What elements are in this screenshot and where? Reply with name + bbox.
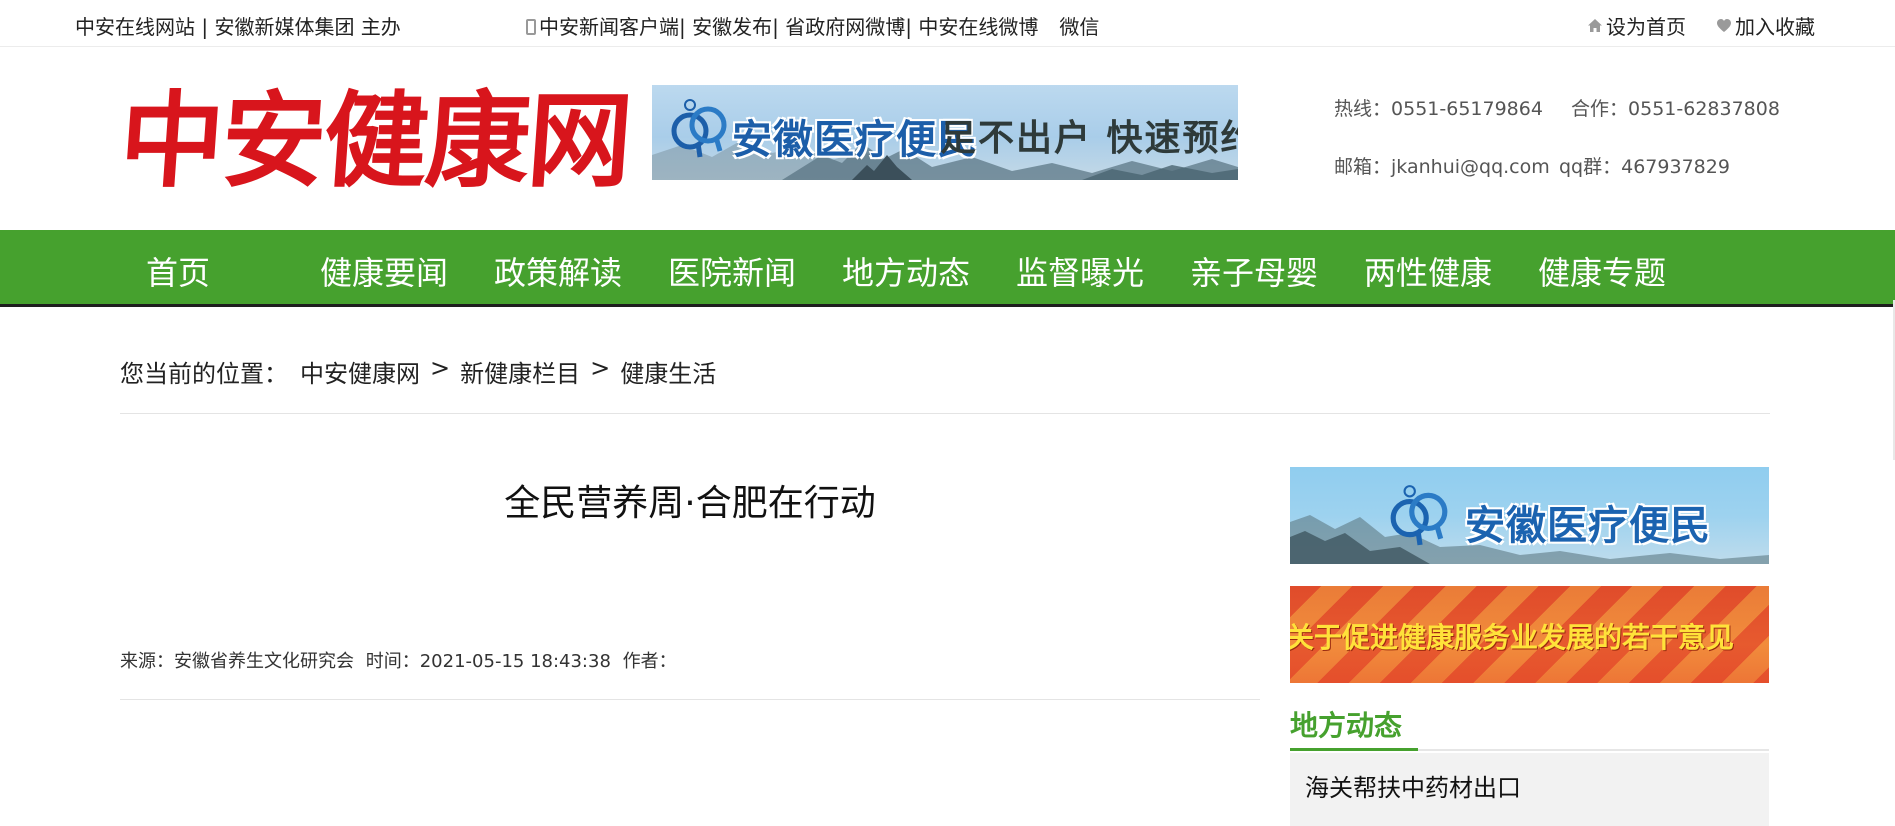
site-logo[interactable]: 中安健康网 bbox=[116, 78, 635, 203]
top-link-zhongan-weibo[interactable]: | 中安在线微博 bbox=[905, 11, 1038, 40]
breadcrumb-separator: > bbox=[430, 354, 451, 382]
list-item[interactable]: 海关帮扶中药材出口 bbox=[1305, 768, 1521, 803]
nav-item-health-topics[interactable]: 健康专题 bbox=[1538, 248, 1666, 294]
host-info: 中安在线网站 | 安徽新媒体集团 主办 bbox=[75, 15, 401, 39]
author-label: 作者： bbox=[622, 651, 677, 672]
breadcrumb-prefix: 您当前的位置： bbox=[120, 360, 288, 388]
nav-item-hospital-news[interactable]: 医院新闻 bbox=[668, 248, 796, 294]
top-link-news-client[interactable]: 中安新闻客户端 bbox=[539, 11, 679, 40]
site-logo-text: 中安健康网 bbox=[115, 79, 635, 202]
article-meta: 来源：安徽省养生文化研究会 时间：2021-05-15 18:43:38 作者： bbox=[120, 647, 677, 673]
qq-group-value: 467937829 bbox=[1621, 156, 1730, 178]
breadcrumb-current[interactable]: 健康生活 bbox=[620, 354, 716, 389]
nav-item-sexual-health[interactable]: 两性健康 bbox=[1364, 248, 1492, 294]
hotline-value: 0551-65179864 bbox=[1391, 98, 1543, 120]
sidebar-banner-medical-title: 安徽医疗便民 bbox=[1465, 503, 1711, 549]
source-value: 安徽省养生文化研究会 bbox=[174, 651, 354, 672]
header-banner-slogan: 足不出户 快速预约 bbox=[940, 117, 1238, 159]
sidebar-banner-policy-title: 关于促进健康服务业发展的若干意见 bbox=[1290, 621, 1735, 654]
add-favorite-button[interactable]: 加入收藏 bbox=[1716, 11, 1815, 40]
section-divider bbox=[1418, 749, 1769, 751]
coop-value: 0551-62837808 bbox=[1628, 98, 1780, 120]
nav-item-parenting[interactable]: 亲子母婴 bbox=[1190, 248, 1318, 294]
nav-item-supervision[interactable]: 监督曝光 bbox=[1016, 248, 1144, 294]
set-home-button[interactable]: 设为首页 bbox=[1587, 11, 1686, 40]
add-favorite-label: 加入收藏 bbox=[1735, 15, 1815, 39]
mobile-phone-icon bbox=[526, 18, 536, 35]
top-bar: 中安在线网站 | 安徽新媒体集团 主办 中安新闻客户端 | 安徽发布 | 省政府… bbox=[0, 0, 1895, 47]
top-actions: 设为首页 加入收藏 bbox=[1587, 11, 1815, 40]
sidebar-section-title[interactable]: 地方动态 bbox=[1290, 704, 1402, 744]
breadcrumb-divider bbox=[120, 413, 1770, 414]
home-icon bbox=[1588, 19, 1602, 32]
contact-info: 热线：0551-65179864 合作：0551-62837808 邮箱：jka… bbox=[1334, 94, 1780, 210]
qq-app-logo-icon bbox=[671, 99, 727, 158]
contact-row-online: 邮箱：jkanhui@qq.com qq群：467937829 bbox=[1334, 152, 1780, 210]
nav-item-home[interactable]: 首页 bbox=[146, 248, 210, 294]
sidebar-section-header: 地方动态 bbox=[1290, 700, 1769, 752]
section-title-underline bbox=[1290, 748, 1418, 751]
contact-row-phone: 热线：0551-65179864 合作：0551-62837808 bbox=[1334, 94, 1780, 152]
breadcrumb-home[interactable]: 中安健康网 bbox=[300, 354, 420, 389]
top-link-anhui-release[interactable]: | 安徽发布 bbox=[679, 11, 772, 40]
breadcrumb-separator: > bbox=[590, 354, 611, 382]
site-header: 中安健康网 安徽医疗便民 足不出户 快速预约 热线：0551-65179864 … bbox=[0, 48, 1895, 230]
nav-item-policy[interactable]: 政策解读 bbox=[494, 248, 622, 294]
sidebar-banner-policy[interactable]: 关于促进健康服务业发展的若干意见 bbox=[1290, 586, 1769, 683]
breadcrumb: 您当前的位置： 中安健康网 > 新健康栏目 > 健康生活 bbox=[120, 354, 716, 389]
time-label: 时间： bbox=[365, 651, 420, 672]
source-label: 来源： bbox=[120, 651, 174, 672]
sidebar-banner-medical[interactable]: 安徽医疗便民 bbox=[1290, 467, 1769, 564]
top-links: 中安新闻客户端 | 安徽发布 | 省政府网微博 | 中安在线微博 微信 bbox=[526, 11, 1099, 40]
article-title: 全民营养周·合肥在行动 bbox=[504, 483, 876, 524]
qq-group-label: qq群： bbox=[1559, 156, 1622, 178]
email-label: 邮箱： bbox=[1334, 156, 1392, 178]
time-value: 2021-05-15 18:43:38 bbox=[419, 651, 611, 672]
hotline-label: 热线： bbox=[1334, 98, 1392, 120]
main-nav: 首页 健康要闻 政策解读 医院新闻 地方动态 监督曝光 亲子母婴 两性健康 健康… bbox=[0, 230, 1895, 307]
set-home-label: 设为首页 bbox=[1606, 15, 1686, 39]
nav-item-health-news[interactable]: 健康要闻 bbox=[320, 248, 448, 294]
top-link-gov-weibo[interactable]: | 省政府网微博 bbox=[772, 11, 905, 40]
top-link-wechat[interactable]: 微信 bbox=[1059, 11, 1099, 40]
header-banner-ad[interactable]: 安徽医疗便民 足不出户 快速预约 bbox=[652, 85, 1238, 180]
email-value: jkanhui@qq.com bbox=[1391, 156, 1550, 178]
article-divider bbox=[120, 699, 1260, 700]
qq-app-logo-icon bbox=[1390, 485, 1448, 546]
coop-label: 合作： bbox=[1571, 98, 1629, 120]
nav-item-local-news[interactable]: 地方动态 bbox=[842, 248, 970, 294]
breadcrumb-column[interactable]: 新健康栏目 bbox=[460, 354, 580, 389]
sidebar-news-list: 海关帮扶中药材出口 bbox=[1290, 753, 1769, 826]
heart-icon bbox=[1717, 19, 1731, 32]
